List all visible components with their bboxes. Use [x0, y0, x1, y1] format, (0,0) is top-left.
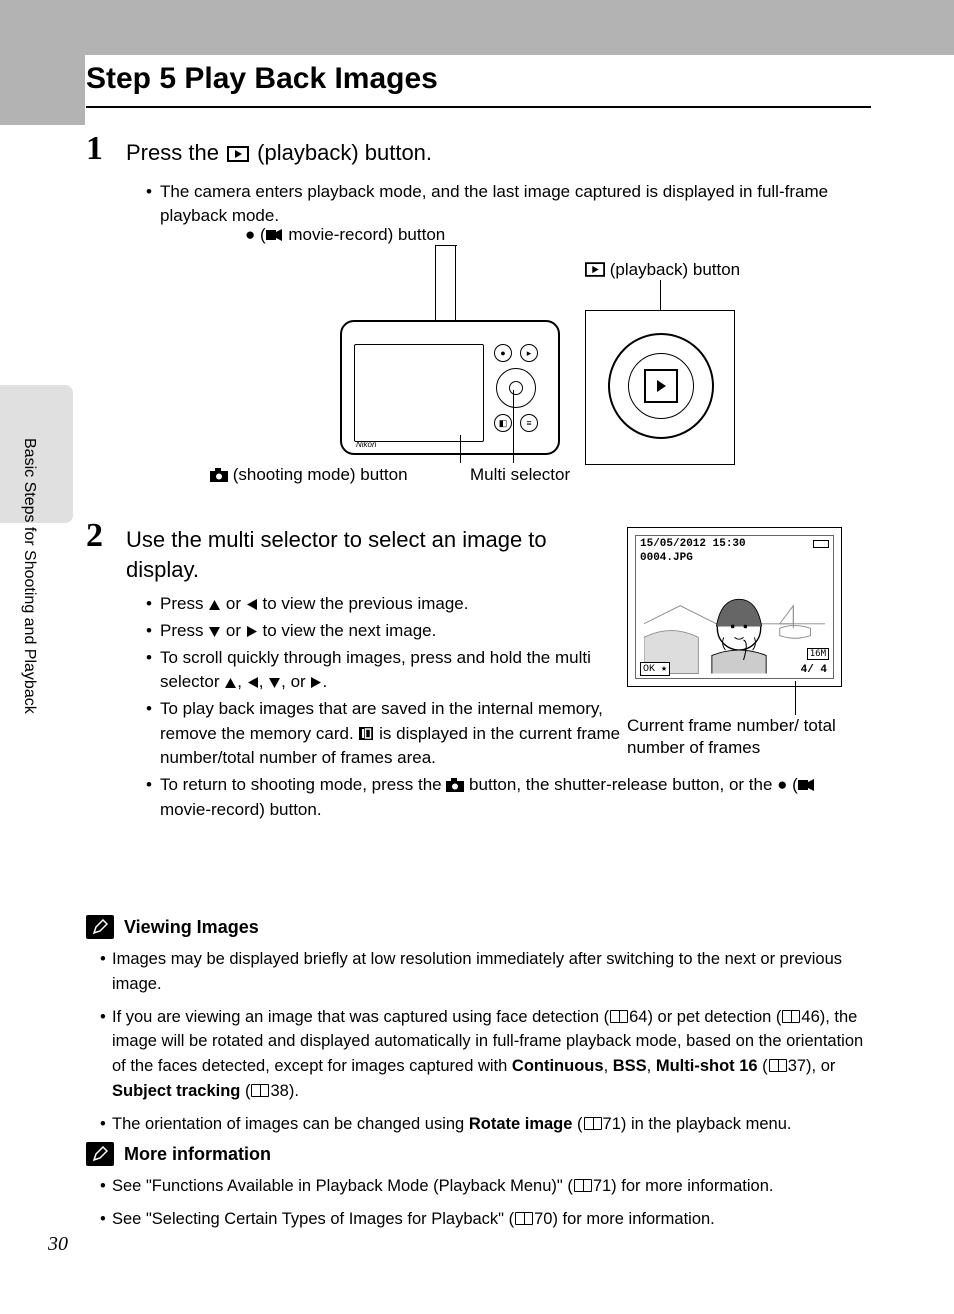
lcd-preview: 15/05/2012 15:30 0004.JPG OK ★ 16M 4/ 4	[627, 527, 842, 687]
bullet: See "Functions Available in Playback Mod…	[100, 1174, 871, 1199]
playback-icon	[644, 369, 678, 403]
note-more-information: More information See "Functions Availabl…	[86, 1142, 871, 1240]
step-number: 2	[86, 517, 103, 555]
book-icon	[251, 1084, 269, 1097]
zoom-inset	[585, 310, 735, 465]
playback-icon	[227, 140, 249, 170]
left-icon	[246, 598, 258, 611]
book-icon	[769, 1059, 787, 1072]
pencil-icon	[86, 915, 114, 939]
up-icon	[224, 677, 237, 689]
text: movie-record) button	[284, 225, 446, 244]
note-title-row: More information	[86, 1142, 871, 1166]
page-number: 30	[48, 1233, 68, 1256]
text: (playback) button	[610, 260, 740, 279]
note-bullets: See "Functions Available in Playback Mod…	[100, 1174, 871, 1232]
brand-text: Nikon	[356, 440, 376, 449]
step-1-title: Press the (playback) button.	[126, 138, 871, 170]
frame-counter: 4/ 4	[799, 664, 829, 676]
left-icon	[247, 676, 259, 689]
book-icon	[515, 1212, 533, 1225]
bullet: Press or to view the previous image.	[146, 592, 626, 617]
multi-selector-label: Multi selector	[470, 465, 570, 485]
page-title: Step 5 Play Back Images	[86, 62, 438, 96]
text: Press the	[126, 140, 225, 165]
leader	[460, 435, 461, 463]
book-icon	[610, 1010, 628, 1023]
filename: 0004.JPG	[640, 552, 693, 564]
down-icon	[208, 626, 221, 638]
camera-screen	[354, 344, 484, 442]
manual-page: Step 5 Play Back Images Basic Steps for …	[0, 0, 954, 1314]
section-label: Basic Steps for Shooting and Playback	[20, 438, 38, 748]
leader	[513, 390, 514, 463]
timestamp: 15/05/2012 15:30	[640, 538, 746, 550]
camera-icon	[210, 468, 228, 482]
camera-body: ● ▸ ◧ ≡ Nikon	[340, 320, 560, 455]
bullet: Press or to view the next image.	[146, 619, 626, 644]
menu-btn: ≡	[520, 414, 538, 432]
book-icon	[584, 1117, 602, 1130]
text: (playback) button.	[251, 140, 432, 165]
size-indicator: 16M	[807, 648, 829, 660]
step-number: 1	[86, 130, 103, 168]
step-1-bullets: The camera enters playback mode, and the…	[146, 180, 871, 229]
shoot-btn: ◧	[494, 414, 512, 432]
play-btn: ▸	[520, 344, 538, 362]
bullet: The camera enters playback mode, and the…	[146, 180, 871, 229]
camera-icon	[446, 778, 464, 792]
step-2-bullets: Press or to view the previous image. Pre…	[146, 592, 626, 770]
movie-icon	[798, 778, 816, 792]
rec-btn: ●	[494, 344, 512, 362]
step-2-bullets-wide: To return to shooting mode, press the bu…	[146, 773, 871, 822]
book-icon	[574, 1179, 592, 1192]
title-rule	[86, 106, 871, 108]
text: (shooting mode) button	[233, 465, 408, 484]
movie-icon	[266, 228, 284, 242]
leader	[455, 245, 456, 325]
up-icon	[208, 599, 221, 611]
bullet: Images may be displayed briefly at low r…	[100, 947, 871, 997]
note-title-row: Viewing Images	[86, 915, 871, 939]
bullet: The orientation of images can be changed…	[100, 1112, 871, 1137]
camera-diagram: ● ( movie-record) button (playback) butt…	[210, 225, 810, 495]
leader	[435, 245, 457, 246]
playback-btn-label: (playback) button	[585, 260, 740, 280]
bullet: If you are viewing an image that was cap…	[100, 1005, 871, 1104]
book-icon	[782, 1010, 800, 1023]
bullet: To scroll quickly through images, press …	[146, 646, 626, 695]
step-2-title: Use the multi selector to select an imag…	[126, 525, 606, 584]
step-1: 1 Press the (playback) button. The camer…	[86, 138, 871, 231]
multi-selector	[496, 368, 536, 408]
leader	[660, 280, 661, 310]
playback-icon	[585, 260, 605, 279]
down-icon	[268, 677, 281, 689]
lcd-caption: Current frame number/ total number of fr…	[627, 715, 842, 759]
internal-memory-icon	[358, 726, 374, 741]
right-icon	[246, 625, 258, 638]
bullet: See "Selecting Certain Types of Images f…	[100, 1207, 871, 1232]
bullet: To return to shooting mode, press the bu…	[146, 773, 871, 822]
bullet: To play back images that are saved in th…	[146, 697, 626, 771]
battery-icon	[813, 540, 829, 548]
note-title: More information	[124, 1144, 271, 1165]
movie-record-label: ● ( movie-record) button	[245, 225, 445, 245]
text: ● (	[245, 225, 266, 244]
camera-buttons: ● ▸ ◧ ≡	[488, 344, 544, 438]
leader	[435, 245, 436, 320]
shooting-mode-label: (shooting mode) button	[210, 465, 408, 485]
note-viewing-images: Viewing Images Images may be displayed b…	[86, 915, 871, 1144]
right-icon	[310, 676, 322, 689]
scene-illustration	[644, 574, 825, 674]
note-title: Viewing Images	[124, 917, 259, 938]
note-bullets: Images may be displayed briefly at low r…	[100, 947, 871, 1136]
leader	[795, 681, 796, 715]
ok-indicator: OK ★	[640, 662, 670, 676]
pencil-icon	[86, 1142, 114, 1166]
